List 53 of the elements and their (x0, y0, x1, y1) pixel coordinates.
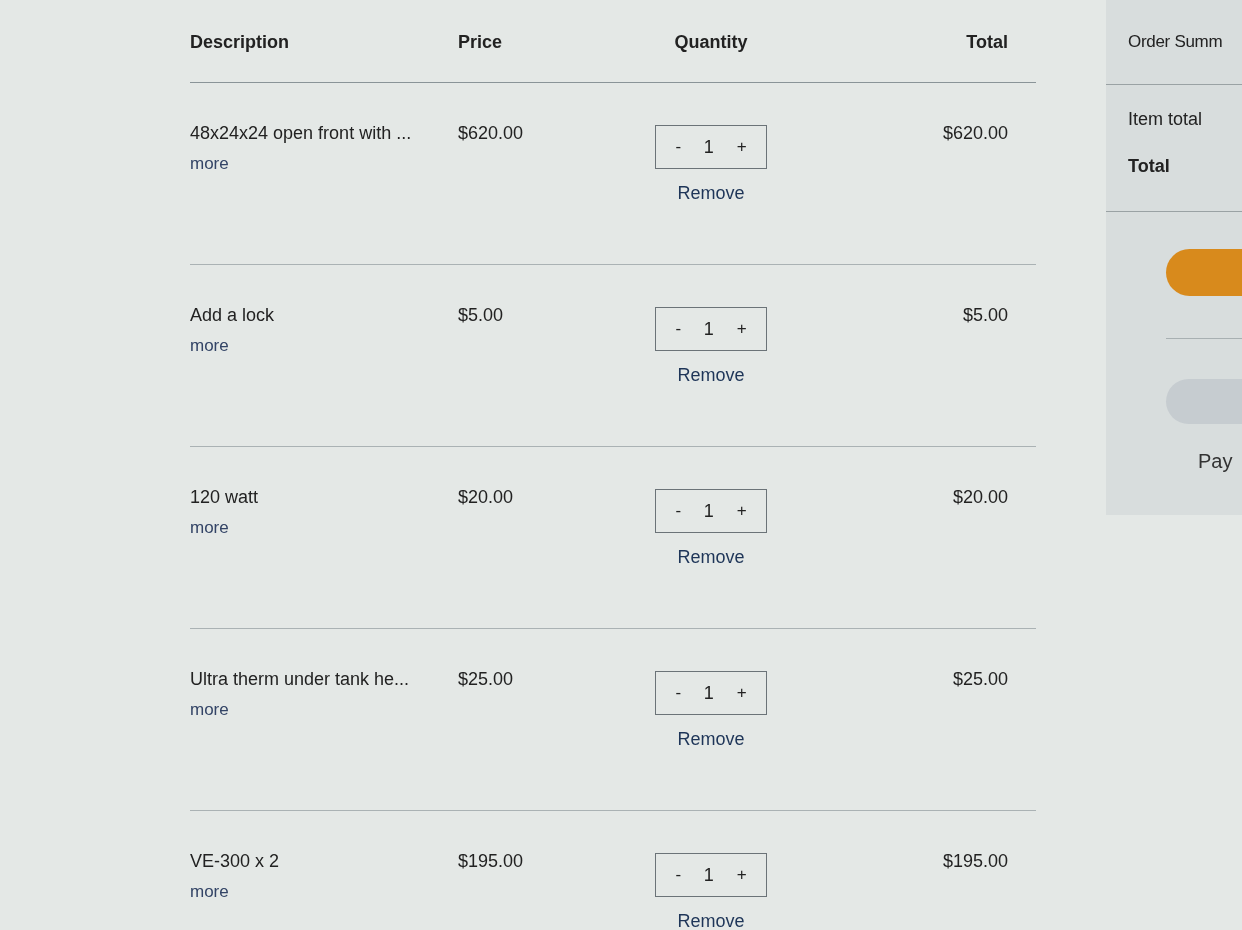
quantity-value: 1 (703, 500, 714, 522)
panel-title: Order Summ (1128, 32, 1223, 52)
remove-link[interactable]: Remove (677, 183, 745, 204)
quantity-stepper[interactable]: - 1 + (655, 853, 767, 897)
increase-button[interactable]: + (732, 137, 751, 157)
decrease-button[interactable]: - (671, 501, 686, 521)
decrease-button[interactable]: - (671, 683, 686, 703)
increase-button[interactable]: + (732, 501, 751, 521)
item-price: $195.00 (458, 851, 525, 872)
quantity-value: 1 (703, 864, 714, 886)
more-link[interactable]: more (190, 336, 458, 356)
more-link[interactable]: more (190, 518, 458, 538)
item-price: $5.00 (458, 305, 505, 326)
summary-label: Total (1128, 156, 1171, 177)
column-header: Description (190, 30, 290, 53)
increase-button[interactable]: + (732, 865, 751, 885)
increase-button[interactable]: + (732, 319, 751, 339)
quantity-stepper[interactable]: - 1 + (655, 489, 767, 533)
item-total: $620.00 (942, 123, 1008, 144)
remove-link[interactable]: Remove (677, 911, 745, 930)
summary-label: Item total (1128, 109, 1204, 130)
item-price: $620.00 (458, 123, 525, 144)
column-header: Total (966, 30, 1008, 53)
item-description: Ultra therm under tank he... (190, 669, 411, 690)
item-total: $25.00 (952, 669, 1008, 690)
decrease-button[interactable]: - (671, 865, 686, 885)
decrease-button[interactable]: - (671, 319, 686, 339)
remove-link[interactable]: Remove (677, 547, 745, 568)
more-link[interactable]: more (190, 882, 458, 902)
more-link[interactable]: more (190, 154, 458, 174)
quantity-stepper[interactable]: - 1 + (655, 307, 767, 351)
quantity-value: 1 (703, 682, 714, 704)
item-total: $20.00 (952, 487, 1008, 508)
increase-button[interactable]: + (732, 683, 751, 703)
more-link[interactable]: more (190, 700, 458, 720)
item-description: 120 watt (190, 487, 260, 508)
item-description: VE-300 x 2 (190, 851, 281, 872)
item-description: 48x24x24 open front with ... (190, 123, 413, 144)
item-total: $5.00 (962, 305, 1008, 326)
decrease-button[interactable]: - (671, 137, 686, 157)
column-header: Price (458, 30, 503, 53)
item-total: $195.00 (942, 851, 1008, 872)
remove-link[interactable]: Remove (677, 729, 745, 750)
remove-link[interactable]: Remove (677, 365, 745, 386)
quantity-value: 1 (703, 318, 714, 340)
quantity-stepper[interactable]: - 1 + (655, 671, 767, 715)
quantity-value: 1 (703, 136, 714, 158)
item-price: $25.00 (458, 669, 515, 690)
column-header: Quantity (674, 30, 748, 53)
quantity-stepper[interactable]: - 1 + (655, 125, 767, 169)
item-description: Add a lock (190, 305, 276, 326)
pay-label: Pay (1198, 450, 1234, 473)
item-price: $20.00 (458, 487, 515, 508)
